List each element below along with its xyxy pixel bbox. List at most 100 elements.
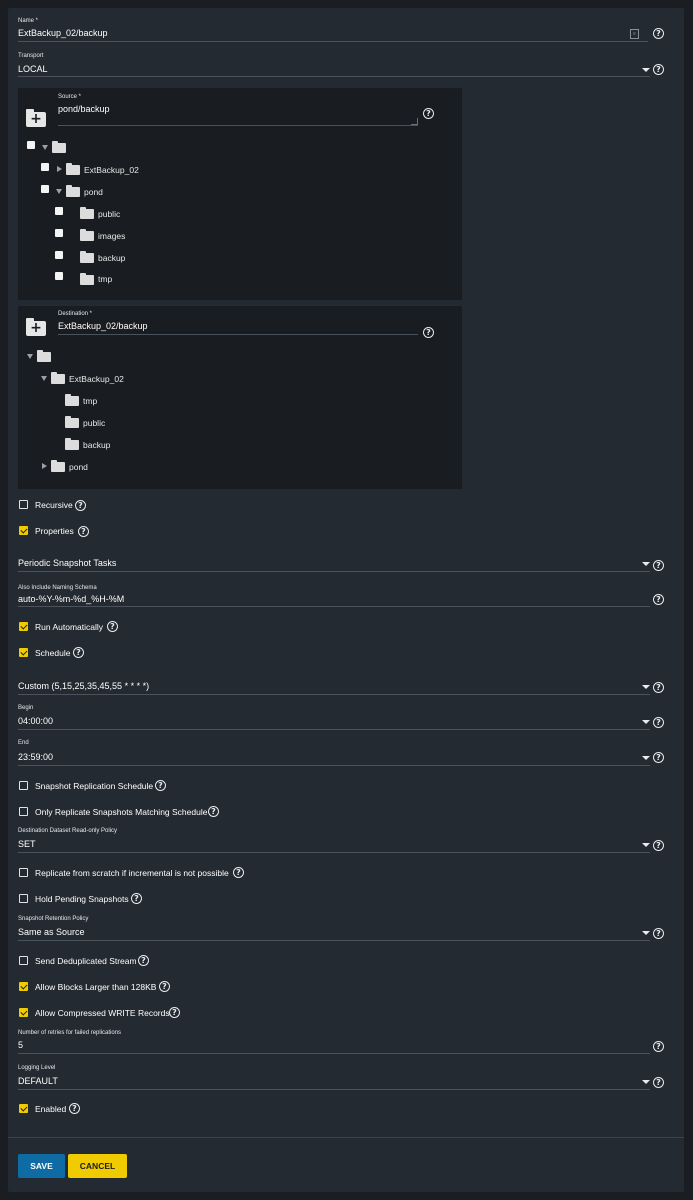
enabled-label: Enabled [35,1104,67,1114]
logging-level-select[interactable]: DEFAULT [18,1076,58,1086]
help-icon[interactable]: ? [233,867,244,878]
cancel-button[interactable]: CANCEL [68,1154,127,1178]
enabled-checkbox[interactable] [19,1104,28,1113]
folder-icon [66,185,80,197]
destination-label: Destination * [58,311,93,317]
caret-down-icon[interactable] [642,1080,650,1084]
end-select[interactable]: 23:59:00 [18,752,53,762]
help-icon[interactable]: ? [155,780,166,791]
help-icon[interactable]: ? [159,981,170,992]
caret-down-icon[interactable] [642,756,650,760]
allow-large-blocks-checkbox[interactable] [19,982,28,991]
naming-schema-label: Also Include Naming Schema [18,585,97,591]
help-icon[interactable]: ? [653,752,664,763]
replication-form: Name * ExtBackup_02/backup ≡ ? Transport… [8,8,684,1192]
schedule-preset-select[interactable]: Custom (5,15,25,35,45,55 * * * *) [18,681,149,691]
retention-policy-label: Snapshot Retention Policy [18,916,89,922]
folder-icon [51,372,65,384]
help-icon[interactable]: ? [423,108,434,119]
folder-plus-icon[interactable]: + [26,109,46,127]
help-icon[interactable]: ? [653,928,664,939]
expand-icon[interactable] [57,166,62,172]
expand-icon[interactable] [27,354,33,359]
replicate-from-scratch-checkbox[interactable] [19,868,28,877]
caret-down-icon[interactable] [642,562,650,566]
help-icon[interactable]: ? [107,621,118,632]
tree-item-label[interactable]: ExtBackup_02 [84,165,139,175]
tree-checkbox[interactable] [55,229,63,237]
help-icon[interactable]: ? [75,500,86,511]
tree-checkbox[interactable] [27,141,35,149]
tree-checkbox[interactable] [55,207,63,215]
only-replicate-matching-checkbox[interactable] [19,807,28,816]
retention-policy-select[interactable]: Same as Source [18,927,85,937]
transport-select[interactable]: LOCAL [18,64,48,74]
tree-item-label[interactable]: backup [98,253,125,263]
help-icon[interactable]: ? [653,1041,664,1052]
expand-icon[interactable] [42,463,47,469]
help-icon[interactable]: ? [653,560,664,571]
help-icon[interactable]: ? [653,64,664,75]
help-icon[interactable]: ? [69,1103,80,1114]
help-icon[interactable]: ? [169,1007,180,1018]
properties-checkbox[interactable] [19,526,28,535]
caret-down-icon[interactable] [642,68,650,72]
caret-down-icon[interactable] [642,685,650,689]
caret-down-icon[interactable] [642,931,650,935]
tree-item-label[interactable]: tmp [83,396,97,406]
tree-item-label[interactable]: public [98,209,120,219]
end-label: End [18,740,29,746]
help-icon[interactable]: ? [653,717,664,728]
resize-handle[interactable] [411,118,418,125]
send-dedup-label: Send Deduplicated Stream [35,956,137,966]
recursive-checkbox[interactable] [19,500,28,509]
schedule-checkbox[interactable] [19,648,28,657]
help-icon[interactable]: ? [653,682,664,693]
caret-down-icon[interactable] [642,720,650,724]
periodic-snapshot-tasks-select[interactable]: Periodic Snapshot Tasks [18,558,116,568]
caret-down-icon[interactable] [642,843,650,847]
help-icon[interactable]: ? [653,28,664,39]
only-replicate-matching-label: Only Replicate Snapshots Matching Schedu… [35,807,208,817]
snapshot-replication-schedule-checkbox[interactable] [19,781,28,790]
tree-item-label[interactable]: ExtBackup_02 [69,374,124,384]
help-icon[interactable]: ? [78,526,89,537]
retries-input[interactable]: 5 [18,1040,23,1050]
folder-plus-icon[interactable]: + [26,318,46,336]
tree-checkbox[interactable] [55,272,63,280]
expand-icon[interactable] [42,145,48,150]
tree-item-label[interactable]: public [83,418,105,428]
help-icon[interactable]: ? [131,893,142,904]
transport-label: Transport [18,53,44,59]
readonly-policy-select[interactable]: SET [18,839,36,849]
tree-checkbox[interactable] [41,163,49,171]
tree-checkbox[interactable] [55,251,63,259]
help-icon[interactable]: ? [653,1077,664,1088]
help-icon[interactable]: ? [653,594,664,605]
expand-icon[interactable] [41,376,47,381]
begin-select[interactable]: 04:00:00 [18,716,53,726]
help-icon[interactable]: ? [138,955,149,966]
destination-input[interactable]: ExtBackup_02/backup [58,321,148,331]
name-input[interactable]: ExtBackup_02/backup [18,28,108,38]
readonly-policy-label: Destination Dataset Read-only Policy [18,828,118,834]
help-icon[interactable]: ? [208,806,219,817]
tree-item-label[interactable]: pond [84,187,103,197]
save-button[interactable]: SAVE [18,1154,65,1178]
run-automatically-checkbox[interactable] [19,622,28,631]
tree-checkbox[interactable] [41,185,49,193]
naming-schema-input[interactable]: auto-%Y-%m-%d_%H-%M [18,594,124,604]
tree-item-label[interactable]: backup [83,440,110,450]
help-icon[interactable]: ? [423,327,434,338]
hold-pending-checkbox[interactable] [19,894,28,903]
send-dedup-checkbox[interactable] [19,956,28,965]
help-icon[interactable]: ? [73,647,84,658]
expand-icon[interactable] [56,189,62,194]
allow-compressed-checkbox[interactable] [19,1008,28,1017]
source-input[interactable]: pond/backup [58,104,110,114]
tree-item-label[interactable]: pond [69,462,88,472]
folder-icon [65,394,79,406]
help-icon[interactable]: ? [653,840,664,851]
tree-item-label[interactable]: tmp [98,274,112,284]
tree-item-label[interactable]: images [98,231,125,241]
